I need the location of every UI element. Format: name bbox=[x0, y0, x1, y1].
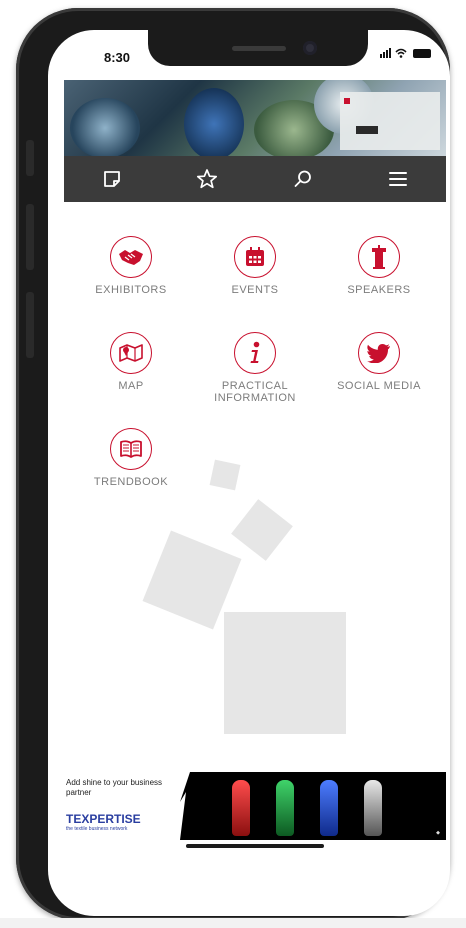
tile-icon-circle bbox=[110, 236, 152, 278]
menu-icon bbox=[389, 172, 408, 186]
ad-brand: TEXPERTISE bbox=[66, 812, 141, 826]
tile-icon-circle bbox=[110, 428, 152, 470]
tile-trendbook[interactable]: TRENDBOOK bbox=[68, 428, 194, 488]
tile-label: SPEAKERS bbox=[347, 284, 411, 296]
ad-image-panel: ◆ bbox=[180, 772, 446, 840]
book-icon bbox=[120, 440, 142, 458]
volume-down-button bbox=[26, 292, 34, 358]
speaker-grille bbox=[232, 46, 286, 51]
tile-icon-circle bbox=[358, 332, 400, 374]
top-navbar bbox=[64, 156, 446, 202]
tile-label: SOCIAL MEDIA bbox=[337, 380, 421, 392]
tile-label: EVENTS bbox=[231, 284, 279, 296]
decorative-square bbox=[209, 459, 241, 491]
decorative-square bbox=[231, 499, 293, 561]
ad-corner-mark: ◆ bbox=[436, 830, 440, 836]
star-icon bbox=[197, 169, 218, 189]
tile-map[interactable]: MAP bbox=[68, 332, 194, 392]
info-icon bbox=[250, 341, 260, 363]
front-camera bbox=[303, 41, 317, 55]
tile-exhibitors[interactable]: EXHIBITORS bbox=[68, 236, 194, 296]
wifi-icon bbox=[395, 48, 407, 58]
ad-brand-sub: the textile business network bbox=[66, 826, 128, 832]
calendar-icon bbox=[246, 247, 264, 266]
tile-speakers[interactable]: SPEAKERS bbox=[316, 236, 442, 296]
phone-screen: 8:30 EXHIBITORS EVENTS SPEAKERS MAP PRAC… bbox=[48, 30, 450, 916]
banner-logo-mark bbox=[344, 98, 350, 104]
page-bottom-edge bbox=[0, 918, 466, 928]
notch bbox=[148, 30, 368, 66]
sponsor-ad-banner[interactable]: Add shine to your business partner TEXPE… bbox=[64, 772, 446, 840]
tile-label: EXHIBITORS bbox=[95, 284, 167, 296]
mute-switch bbox=[26, 140, 34, 176]
menu-button[interactable] bbox=[378, 159, 418, 199]
tile-practical-information[interactable]: PRACTICAL INFORMATION bbox=[192, 332, 318, 404]
signal-icon bbox=[380, 48, 391, 58]
tile-icon-circle bbox=[110, 332, 152, 374]
red-gem bbox=[232, 780, 250, 836]
tile-icon-circle bbox=[234, 332, 276, 374]
ad-text-panel: Add shine to your business partner TEXPE… bbox=[64, 772, 184, 840]
podium-icon bbox=[372, 245, 386, 269]
tile-social-media[interactable]: SOCIAL MEDIA bbox=[316, 332, 442, 392]
tile-label: PRACTICAL INFORMATION bbox=[214, 380, 296, 404]
banner-logo-card bbox=[340, 92, 440, 150]
blue-gem bbox=[320, 780, 338, 836]
notes-button[interactable] bbox=[92, 159, 132, 199]
tile-label: TRENDBOOK bbox=[93, 476, 169, 488]
search-icon bbox=[294, 170, 311, 187]
favorites-button[interactable] bbox=[187, 159, 227, 199]
status-icons bbox=[380, 48, 431, 58]
map-icon bbox=[119, 344, 143, 362]
search-button[interactable] bbox=[283, 159, 323, 199]
home-indicator[interactable] bbox=[186, 844, 324, 848]
tile-events[interactable]: EVENTS bbox=[192, 236, 318, 296]
twitter-icon bbox=[367, 343, 390, 363]
volume-up-button bbox=[26, 204, 34, 270]
phone-frame: 8:30 EXHIBITORS EVENTS SPEAKERS MAP PRAC… bbox=[16, 8, 450, 920]
status-time: 8:30 bbox=[104, 50, 131, 65]
green-gem bbox=[276, 780, 294, 836]
banner-date-bar bbox=[356, 126, 378, 134]
silver-gem bbox=[364, 780, 382, 836]
battery-icon bbox=[413, 49, 431, 58]
tile-icon-circle bbox=[358, 236, 400, 278]
header-banner[interactable] bbox=[64, 80, 446, 156]
handshake-icon bbox=[119, 250, 143, 265]
decorative-square bbox=[224, 612, 346, 734]
tile-icon-circle bbox=[234, 236, 276, 278]
note-icon bbox=[103, 171, 120, 187]
tile-label: MAP bbox=[118, 380, 144, 392]
ad-tagline: Add shine to your business partner bbox=[66, 778, 163, 797]
